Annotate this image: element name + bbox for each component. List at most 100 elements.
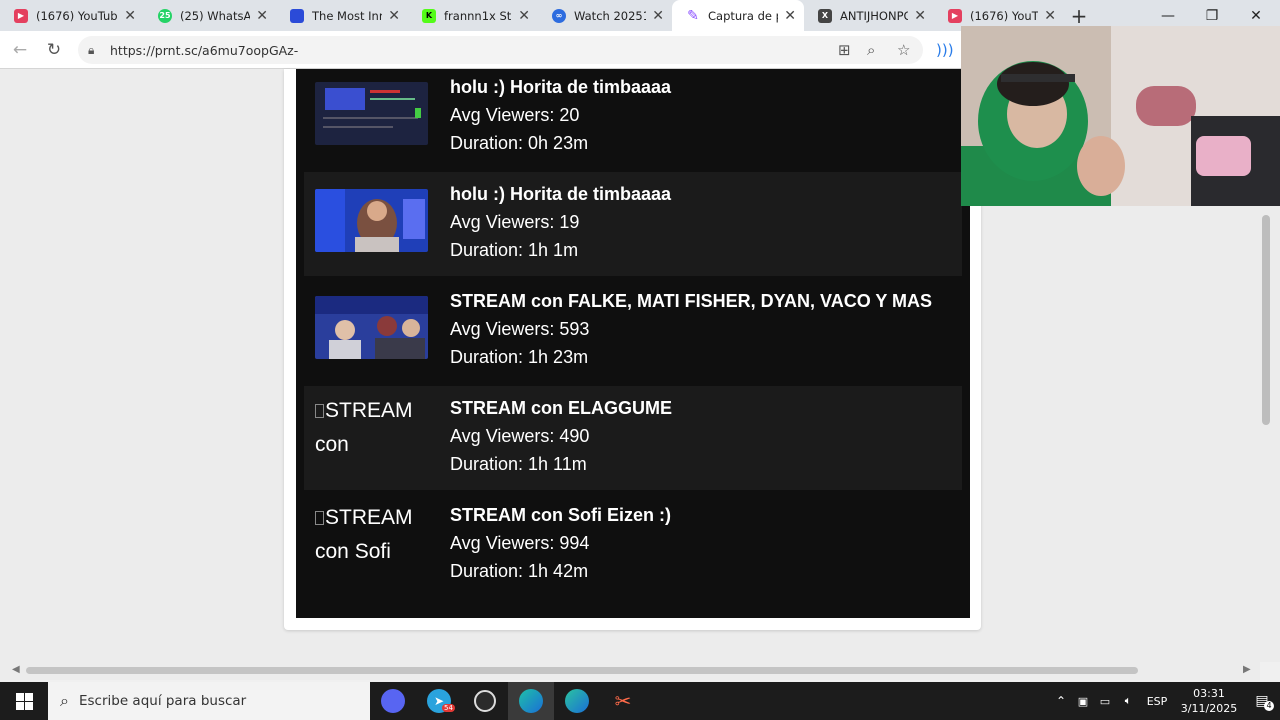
horizontal-scrollbar[interactable]: ◀ ▶: [0, 662, 1260, 680]
stream-viewers: Avg Viewers: 20: [450, 105, 580, 125]
stream-thumbnail-broken: STREAM con: [315, 394, 440, 474]
taskbar-search[interactable]: ⌕ Escribe aquí para buscar: [48, 682, 370, 720]
back-icon[interactable]: ←: [10, 40, 30, 60]
document-icon: [290, 8, 304, 23]
close-icon[interactable]: ✕: [518, 8, 530, 24]
stream-duration: Duration: 1h 1m: [450, 240, 579, 260]
taskbar-edge-profile[interactable]: [554, 682, 600, 720]
taskbar-obs[interactable]: [462, 682, 508, 720]
stream-meta: holu :) Horita de timbaaaa Avg Viewers: …: [450, 73, 671, 157]
close-icon[interactable]: ✕: [652, 8, 664, 24]
read-aloud-icon[interactable]: ))): [936, 41, 954, 59]
close-icon[interactable]: ✕: [914, 8, 926, 24]
zoom-icon[interactable]: ⌕: [867, 41, 875, 59]
stream-duration: Duration: 0h 23m: [450, 133, 589, 153]
notification-count: 4: [1264, 701, 1274, 711]
stream-viewers: Avg Viewers: 593: [450, 319, 590, 339]
scroll-right-icon[interactable]: ▶: [1243, 664, 1251, 675]
windows-logo-icon: [15, 692, 33, 710]
whatsapp-icon: 25: [158, 8, 172, 23]
tab-label: (1676) YouTube: [36, 8, 119, 23]
stream-list: holu :) Horita de timbaaaa Avg Viewers: …: [296, 69, 970, 618]
close-icon[interactable]: ✕: [1044, 8, 1056, 24]
horizontal-scroll-thumb[interactable]: [26, 667, 1138, 674]
taskbar-snipping[interactable]: ✂: [600, 682, 646, 720]
stream-viewers: Avg Viewers: 19: [450, 212, 580, 232]
network-icon[interactable]: ▭: [1094, 695, 1116, 708]
search-placeholder: Escribe aquí para buscar: [78, 693, 247, 709]
tab-label: Captura de par: [708, 8, 778, 23]
new-tab-button[interactable]: +: [1064, 4, 1094, 28]
tab-label: Watch 2025110: [574, 8, 646, 23]
stream-meta: STREAM con FALKE, MATI FISHER, DYAN, VAC…: [450, 287, 932, 371]
search-icon: ⌕: [60, 691, 69, 710]
start-button[interactable]: [0, 682, 48, 720]
tab-most-innov[interactable]: The Most Innov ✕: [276, 0, 408, 31]
address-bar-row: ← ↻ 🔒︎ https://prnt.sc/a6mu7oopGAz- ⊞ ⌕ …: [0, 31, 961, 69]
tab-label: ANTIJHONPOR: [840, 8, 909, 23]
stream-thumbnail: [315, 189, 428, 252]
infinity-icon: ∞: [552, 8, 566, 23]
vertical-scrollbar[interactable]: [1260, 205, 1272, 660]
stream-item[interactable]: holu :) Horita de timbaaaa Avg Viewers: …: [304, 172, 962, 276]
stream-meta: holu :) Horita de timbaaaa Avg Viewers: …: [450, 180, 671, 264]
webcam-feed: [961, 26, 1280, 206]
language-indicator[interactable]: ESP: [1140, 695, 1174, 708]
volume-icon[interactable]: 🔈︎: [1116, 694, 1140, 708]
tab-whatsapp[interactable]: 25 (25) WhatsApp ✕: [144, 0, 276, 31]
tab-watch[interactable]: ∞ Watch 2025110 ✕: [538, 0, 672, 31]
edge-icon: [519, 689, 543, 713]
stream-item[interactable]: STREAM con Sofi STREAM con Sofi Eizen :)…: [304, 493, 962, 597]
vertical-scroll-thumb[interactable]: [1262, 215, 1270, 425]
windows-taskbar: ⌕ Escribe aquí para buscar ➤ 54 ✂ ⌃ ▣ ▭ …: [0, 682, 1280, 720]
tab-youtube[interactable]: ▶ (1676) YouTube ✕: [0, 0, 144, 31]
close-icon[interactable]: ✕: [784, 8, 796, 24]
taskbar-discord[interactable]: [370, 682, 416, 720]
taskbar-edge[interactable]: [508, 682, 554, 720]
favorite-star-icon[interactable]: ☆: [897, 41, 910, 59]
edge-profile-icon: [565, 689, 589, 713]
stream-title: STREAM con Sofi Eizen :): [450, 505, 672, 525]
stream-meta: STREAM con Sofi Eizen :) Avg Viewers: 99…: [450, 501, 671, 585]
app-grid-icon[interactable]: ⊞: [838, 41, 851, 59]
stream-title: STREAM con FALKE, MATI FISHER, DYAN, VAC…: [450, 291, 933, 311]
close-icon[interactable]: ✕: [388, 8, 400, 24]
tab-x[interactable]: X ANTIJHONPOR ✕: [804, 0, 934, 31]
broken-image-icon: [315, 404, 324, 419]
taskbar-telegram[interactable]: ➤ 54: [416, 682, 462, 720]
scroll-left-icon[interactable]: ◀: [12, 664, 20, 675]
tab-label: (25) WhatsApp: [180, 8, 251, 23]
tab-kick-stream[interactable]: K frannn1x Strea ✕: [408, 0, 538, 31]
clock[interactable]: 03:31 3/11/2025: [1174, 686, 1244, 716]
tab-captura[interactable]: ✎ Captura de par ✕: [672, 0, 804, 31]
stream-title: holu :) Horita de timbaaaa: [450, 184, 672, 204]
stream-thumbnail: [315, 296, 428, 359]
stream-thumbnail-broken: STREAM con Sofi: [315, 501, 440, 581]
url-text: https://prnt.sc/a6mu7oopGAz-: [110, 42, 299, 58]
stream-viewers: Avg Viewers: 994: [450, 533, 590, 553]
stream-item[interactable]: STREAM con STREAM con ELAGGUME Avg Viewe…: [304, 386, 962, 490]
close-icon[interactable]: ✕: [124, 8, 136, 24]
system-tray: ⌃ ▣ ▭ 🔈︎ ESP 03:31 3/11/2025 ▤ 4: [1050, 682, 1280, 720]
stream-title: STREAM con ELAGGUME: [450, 398, 673, 418]
telegram-badge: 54: [442, 704, 455, 712]
thumbnail-alt-text: STREAM con Sofi: [315, 506, 413, 563]
discord-icon: [381, 689, 405, 713]
stream-item[interactable]: holu :) Horita de timbaaaa Avg Viewers: …: [304, 65, 962, 169]
close-icon[interactable]: ✕: [256, 8, 268, 24]
broken-image-icon: [315, 511, 324, 526]
clock-time: 03:31: [1193, 687, 1225, 700]
stream-thumbnail: [315, 82, 428, 145]
kick-icon: K: [422, 8, 436, 23]
meet-now-icon[interactable]: ▣: [1072, 695, 1094, 708]
stream-item[interactable]: STREAM con FALKE, MATI FISHER, DYAN, VAC…: [304, 279, 962, 383]
stream-duration: Duration: 1h 23m: [450, 347, 589, 367]
youtube-icon: ▶: [14, 8, 28, 23]
url-field[interactable]: 🔒︎ https://prnt.sc/a6mu7oopGAz-: [78, 36, 923, 64]
stream-duration: Duration: 1h 42m: [450, 561, 589, 581]
chevron-up-icon[interactable]: ⌃: [1050, 694, 1072, 708]
notification-icon[interactable]: ▤ 4: [1244, 693, 1280, 711]
stream-title: holu :) Horita de timbaaaa: [450, 77, 672, 97]
stream-viewers: Avg Viewers: 490: [450, 426, 590, 446]
reload-icon[interactable]: ↻: [44, 40, 64, 60]
